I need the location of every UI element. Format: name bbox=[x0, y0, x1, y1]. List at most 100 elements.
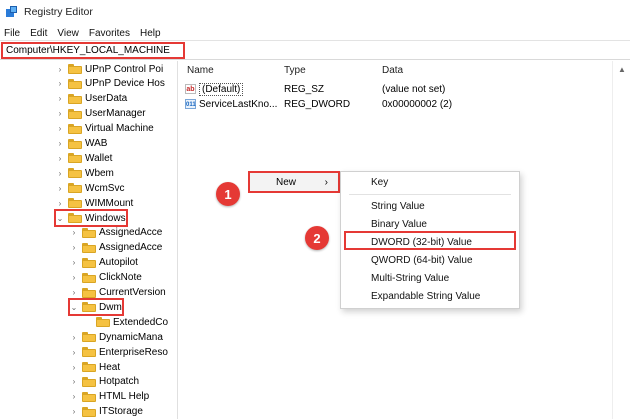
tree-item[interactable]: › WIMMount bbox=[56, 196, 134, 210]
tree-item[interactable]: › HTML Help bbox=[70, 390, 150, 404]
tree-item-label: Wallet bbox=[85, 152, 113, 164]
tree-item-label: Autopilot bbox=[99, 257, 138, 269]
chevron-right-icon[interactable]: › bbox=[70, 407, 78, 416]
value-row-default[interactable]: ab (Default) bbox=[185, 82, 244, 96]
tree-item[interactable]: › AssignedAcce bbox=[70, 226, 163, 240]
chevron-right-icon[interactable]: › bbox=[56, 124, 64, 133]
menu-favorites[interactable]: Favorites bbox=[89, 28, 130, 39]
menu-edit[interactable]: Edit bbox=[30, 28, 47, 39]
chevron-right-icon[interactable]: › bbox=[56, 109, 64, 118]
tree-item-label: UPnP Control Poi bbox=[85, 63, 164, 75]
tree-item-label: Virtual Machine bbox=[85, 123, 154, 135]
tree-item[interactable]: › WcmSvc bbox=[56, 181, 125, 195]
chevron-right-icon[interactable]: › bbox=[70, 392, 78, 401]
tree-item[interactable]: › Wbem bbox=[56, 166, 114, 180]
submenu-key[interactable]: Key bbox=[371, 177, 388, 188]
tree-item[interactable]: › WAB bbox=[56, 137, 108, 151]
tree-item[interactable]: › UPnP Device Hos bbox=[56, 77, 165, 91]
chevron-right-icon[interactable]: › bbox=[70, 377, 78, 386]
binary-value-icon: 011 bbox=[185, 99, 196, 109]
column-name[interactable]: Name bbox=[187, 65, 214, 76]
tree-item[interactable]: › Autopilot bbox=[70, 256, 138, 270]
tree-item[interactable]: › UPnP Control Poi bbox=[56, 62, 164, 76]
tree-item[interactable]: › EnterpriseReso bbox=[70, 345, 168, 359]
column-type[interactable]: Type bbox=[284, 65, 306, 76]
menu-help[interactable]: Help bbox=[140, 28, 161, 39]
dword-highlight-box bbox=[344, 231, 516, 250]
column-data[interactable]: Data bbox=[382, 65, 403, 76]
tree-item[interactable]: › Heat bbox=[70, 360, 120, 374]
chevron-right-icon[interactable]: › bbox=[70, 228, 78, 237]
chevron-right-icon[interactable]: › bbox=[70, 288, 78, 297]
tree-item-label: HTML Help bbox=[99, 391, 150, 403]
menu-file[interactable]: File bbox=[4, 28, 20, 39]
string-value-icon: ab bbox=[185, 84, 196, 94]
folder-icon bbox=[82, 227, 96, 238]
tree-item[interactable]: › Hotpatch bbox=[70, 375, 139, 389]
tree-item[interactable]: › CurrentVersion bbox=[70, 286, 166, 300]
menu-bar: File Edit View Favorites Help bbox=[0, 26, 171, 40]
chevron-right-icon[interactable]: › bbox=[56, 184, 64, 193]
key-tree[interactable]: › UPnP Control Poi › UPnP Device Hos › UserDa… bbox=[0, 61, 178, 419]
tree-item-label: UPnP Device Hos bbox=[85, 78, 165, 90]
tree-item[interactable]: › Virtual Machine bbox=[56, 122, 154, 136]
tree-item[interactable]: › UserData bbox=[56, 92, 128, 106]
folder-icon bbox=[68, 168, 82, 179]
tree-item-label: ExtendedCo bbox=[113, 316, 169, 328]
folder-icon bbox=[82, 272, 96, 283]
folder-icon bbox=[82, 376, 96, 387]
chevron-down-icon[interactable]: ⌄ bbox=[56, 214, 64, 223]
chevron-down-icon[interactable]: ⌄ bbox=[70, 303, 78, 312]
chevron-right-icon[interactable]: › bbox=[70, 243, 78, 252]
tree-item[interactable]: ⌄ Dwm bbox=[68, 298, 124, 317]
chevron-right-icon[interactable]: › bbox=[56, 94, 64, 103]
tree-item[interactable]: › DynamicMana bbox=[70, 330, 163, 344]
submenu-qword-value[interactable]: QWORD (64-bit) Value bbox=[371, 255, 473, 266]
new-label: New bbox=[276, 176, 297, 188]
value-row-service[interactable]: 011 ServiceLastKno... bbox=[185, 97, 277, 111]
window-title: Registry Editor bbox=[24, 6, 93, 18]
scroll-up-arrow-icon[interactable]: ▲ bbox=[618, 65, 626, 74]
tree-item-label: Wbem bbox=[85, 167, 114, 179]
value-type: REG_DWORD bbox=[284, 98, 351, 110]
chevron-right-icon[interactable]: › bbox=[56, 169, 64, 178]
tree-item[interactable]: › ClickNote bbox=[70, 271, 142, 285]
chevron-right-icon[interactable]: › bbox=[56, 154, 64, 163]
address-input[interactable]: Computer\HKEY_LOCAL_MACHINE bbox=[1, 42, 185, 59]
folder-icon bbox=[82, 287, 96, 298]
step-badge-1: 1 bbox=[216, 182, 240, 206]
folder-icon bbox=[82, 257, 96, 268]
vertical-scrollbar[interactable]: ▲ bbox=[612, 61, 630, 419]
chevron-right-icon[interactable]: › bbox=[70, 333, 78, 342]
value-type: REG_SZ bbox=[284, 83, 325, 95]
menu-view[interactable]: View bbox=[57, 28, 79, 39]
value-name: (Default) bbox=[199, 82, 244, 96]
tree-item-label: ClickNote bbox=[99, 272, 142, 284]
folder-icon bbox=[68, 138, 82, 149]
chevron-right-icon[interactable]: › bbox=[56, 65, 64, 74]
chevron-right-icon[interactable]: › bbox=[70, 273, 78, 282]
tree-item[interactable]: ExtendedCo bbox=[84, 315, 168, 329]
tree-item[interactable]: › AssignedAcce bbox=[70, 241, 163, 255]
submenu-expandable-string-value[interactable]: Expandable String Value bbox=[371, 291, 480, 302]
tree-item[interactable]: › UserManager bbox=[56, 107, 146, 121]
chevron-right-icon[interactable]: › bbox=[56, 79, 64, 88]
chevron-right-icon[interactable]: › bbox=[70, 258, 78, 267]
chevron-right-icon[interactable]: › bbox=[70, 348, 78, 357]
address-bar: Computer\HKEY_LOCAL_MACHINE bbox=[0, 40, 630, 60]
chevron-right-icon[interactable]: › bbox=[56, 199, 64, 208]
submenu-binary-value[interactable]: Binary Value bbox=[371, 219, 427, 230]
chevron-right-icon[interactable]: › bbox=[56, 139, 64, 148]
submenu-string-value[interactable]: String Value bbox=[371, 201, 425, 212]
folder-icon bbox=[82, 332, 96, 343]
tree-item[interactable]: › ITStorage bbox=[70, 405, 143, 419]
submenu-multi-string-value[interactable]: Multi-String Value bbox=[371, 273, 449, 284]
context-menu-new[interactable]: New › bbox=[248, 171, 340, 193]
step-badge-2: 2 bbox=[305, 226, 329, 250]
folder-icon bbox=[96, 317, 110, 328]
tree-item-label: WcmSvc bbox=[85, 182, 125, 194]
tree-item[interactable]: › Wallet bbox=[56, 151, 113, 165]
tree-item[interactable]: ⌄ Windows bbox=[54, 209, 128, 227]
tree-item-label: UserManager bbox=[85, 108, 146, 120]
chevron-right-icon[interactable]: › bbox=[70, 363, 78, 372]
